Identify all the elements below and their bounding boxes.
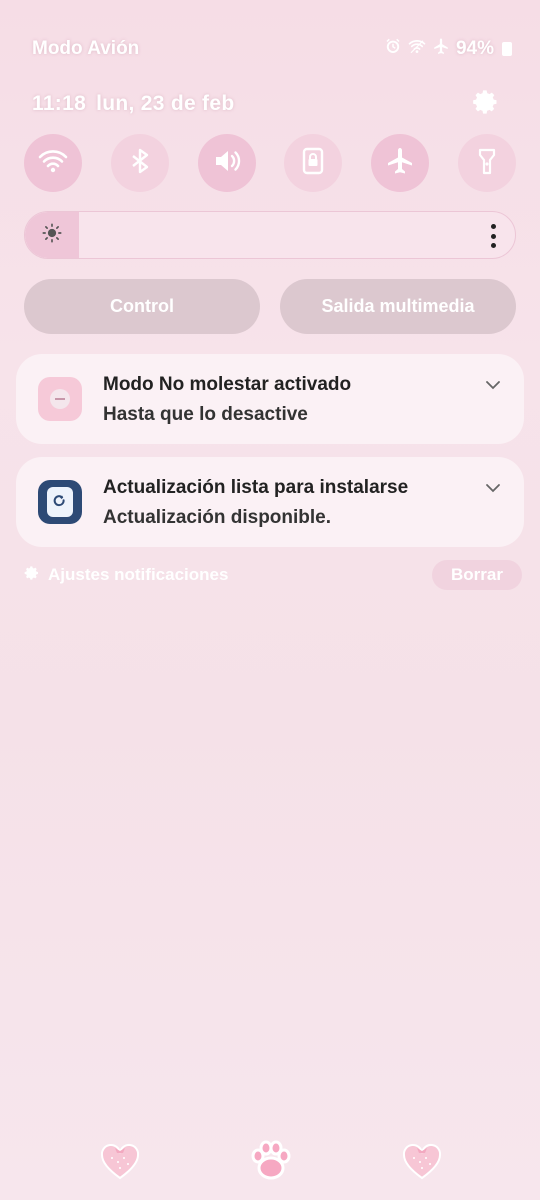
quick-toggles xyxy=(24,134,516,192)
notification-text: Actualización lista para instalarse Actu… xyxy=(103,476,474,530)
notification-card[interactable]: Modo No molestar activado Hasta que lo d… xyxy=(16,354,524,444)
datetime[interactable]: 11:18 lun, 23 de feb xyxy=(32,92,234,116)
clear-button[interactable]: Borrar xyxy=(432,560,522,590)
date-label: lun, 23 de feb xyxy=(96,92,235,115)
volume-icon xyxy=(211,145,243,182)
dock xyxy=(0,1140,540,1194)
status-bar: Modo Avión 94% xyxy=(32,36,512,62)
control-button[interactable]: Control xyxy=(24,279,260,334)
airplane-icon xyxy=(432,37,450,61)
wifi-toggle[interactable] xyxy=(24,134,82,192)
do-not-disturb-icon xyxy=(38,377,82,421)
flashlight-toggle[interactable] xyxy=(457,134,516,192)
notification-footer: Ajustes notificaciones Borrar xyxy=(24,560,522,590)
media-output-button[interactable]: Salida multimedia xyxy=(280,279,516,334)
airplane-icon xyxy=(384,145,416,182)
sound-toggle[interactable] xyxy=(197,134,256,192)
notification-text: Modo No molestar activado Hasta que lo d… xyxy=(103,373,474,427)
wifi-icon xyxy=(37,145,69,182)
status-icons: 94% xyxy=(384,37,512,61)
chevron-down-icon[interactable] xyxy=(484,376,502,394)
bluetooth-toggle[interactable] xyxy=(110,134,169,192)
heart-icon[interactable] xyxy=(400,1140,444,1184)
chevron-down-icon[interactable] xyxy=(484,479,502,497)
lock-rotation-icon xyxy=(297,145,329,182)
brightness-slider[interactable] xyxy=(24,211,516,259)
clock-time: 11:18 xyxy=(32,92,87,115)
gear-icon xyxy=(24,565,40,586)
notification-settings-label: Ajustes notificaciones xyxy=(48,565,229,584)
paw-icon[interactable] xyxy=(246,1136,296,1186)
more-options-icon[interactable] xyxy=(489,224,497,248)
panel-buttons: Control Salida multimedia xyxy=(24,279,516,334)
sun-icon xyxy=(41,222,63,249)
wifi-icon xyxy=(408,37,426,61)
airplane-mode-label: Modo Avión xyxy=(32,38,140,59)
gear-icon[interactable] xyxy=(472,88,500,121)
heart-icon[interactable] xyxy=(98,1140,142,1184)
alarm-icon xyxy=(384,37,402,61)
notification-title: Modo No molestar activado xyxy=(103,374,352,395)
notification-title: Actualización lista para instalarse xyxy=(103,477,409,498)
battery-level: 94% xyxy=(455,38,494,59)
header-row: 11:18 lun, 23 de feb xyxy=(32,88,500,120)
notification-settings-link[interactable]: Ajustes notificaciones xyxy=(24,565,228,586)
notification-subtitle: Actualización disponible. xyxy=(103,507,332,528)
notification-card[interactable]: Actualización lista para instalarse Actu… xyxy=(16,457,524,547)
bluetooth-icon xyxy=(124,145,156,182)
airplane-toggle[interactable] xyxy=(371,134,430,192)
notification-subtitle: Hasta que lo desactive xyxy=(103,404,308,425)
brightness-fill[interactable] xyxy=(25,212,79,258)
flashlight-icon xyxy=(471,145,503,182)
screen-lock-toggle[interactable] xyxy=(284,134,343,192)
software-update-icon xyxy=(38,480,82,524)
battery-icon xyxy=(502,42,512,56)
